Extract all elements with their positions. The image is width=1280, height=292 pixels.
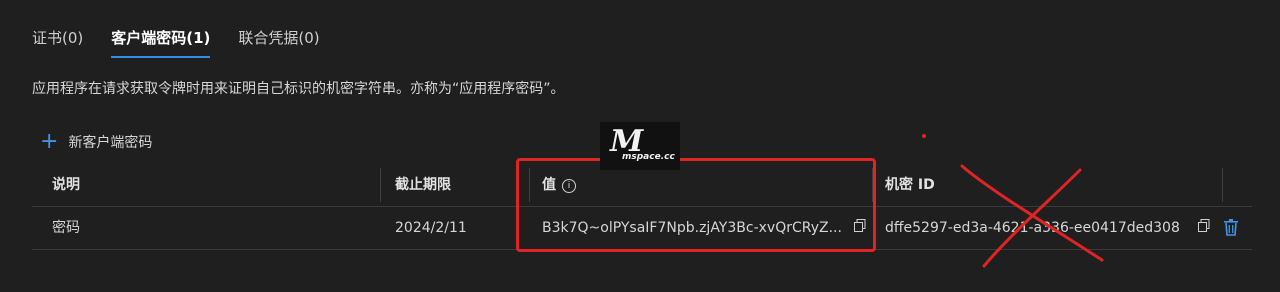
- app-registration-secrets-panel: 证书(0) 客户端密码(1) 联合凭据(0) 应用程序在请求获取令牌时用来证明自…: [0, 0, 1280, 292]
- red-x-annotation: [922, 134, 1104, 268]
